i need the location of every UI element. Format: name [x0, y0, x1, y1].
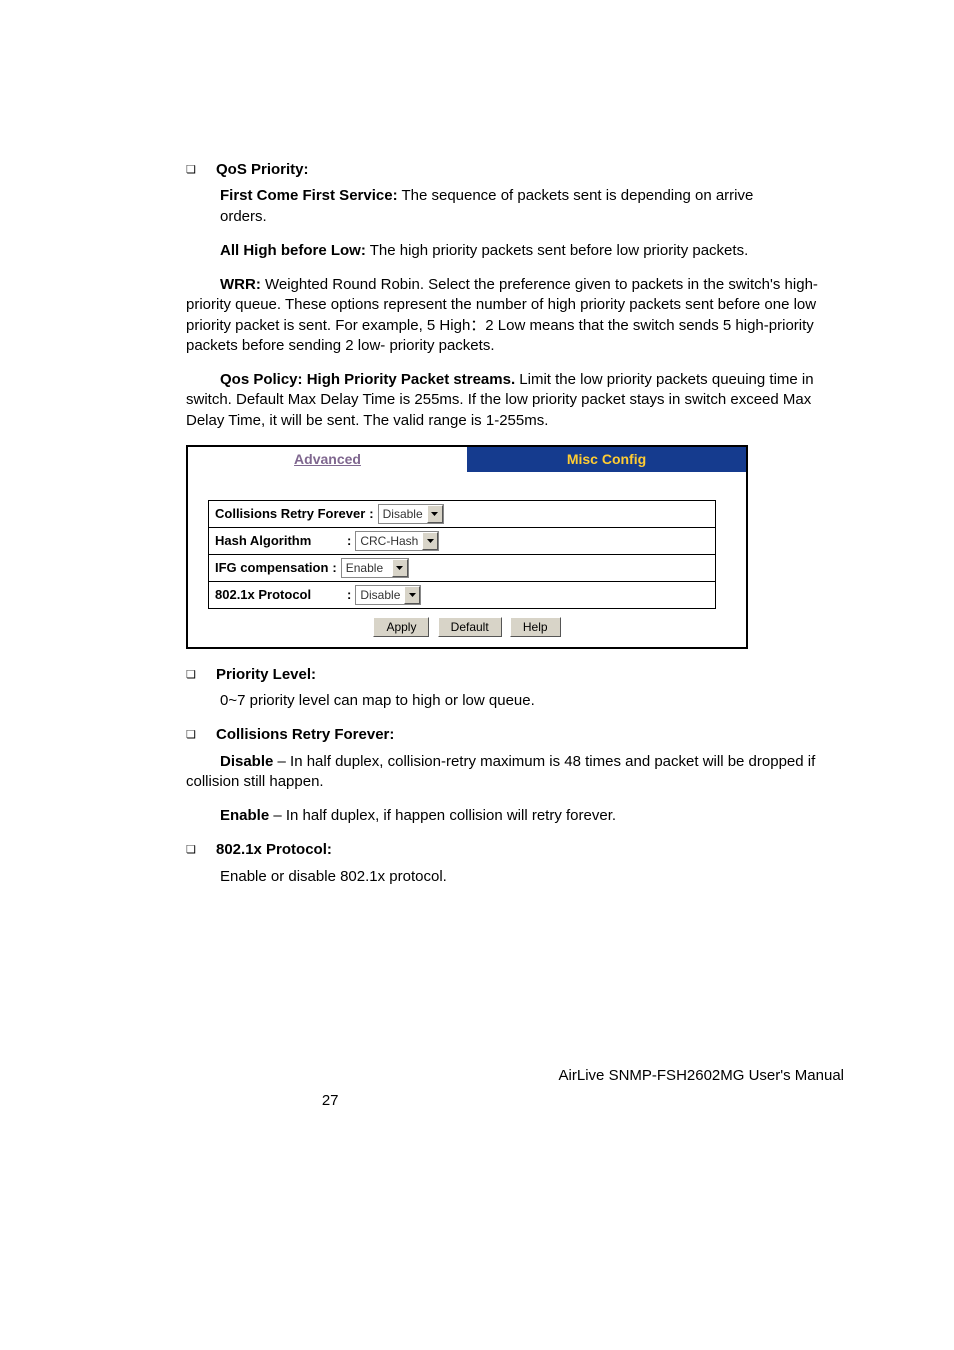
collisions-enable-label: Enable: [220, 807, 269, 824]
paragraph-wrr: WRR: Weighted Round Robin. Select the pr…: [186, 275, 844, 356]
allhigh-label: All High before Low:: [220, 242, 366, 259]
document-page: ❏ QoS Priority: First Come First Service…: [0, 0, 954, 1199]
bullet-priority-level: ❏ Priority Level:: [110, 665, 844, 685]
colon: :: [332, 560, 336, 575]
dropdown-8021x-protocol[interactable]: Disable: [355, 585, 421, 605]
chevron-down-icon: [422, 532, 438, 550]
paragraph-qosdelay: Qos Policy: High Priority Packet streams…: [186, 370, 844, 431]
dropdown-value: Disable: [356, 588, 404, 602]
priority-level-title: Priority Level:: [216, 666, 316, 683]
colon: :: [347, 533, 351, 548]
dropdown-value: Disable: [379, 507, 427, 521]
collisions-disable-text: – In half duplex, collision-retry maximu…: [186, 753, 815, 790]
footer-product: AirLive SNMP-FSH2602MG User's Manual: [110, 1067, 844, 1084]
bullet-content: QoS Priority:: [216, 160, 844, 180]
bullet-content: 802.1x Protocol:: [216, 840, 844, 860]
help-button[interactable]: Help: [510, 617, 561, 637]
form-box: Collisions Retry Forever : Disable Hash …: [208, 500, 716, 609]
row-8021x-protocol: 802.1x Protocol : Disable: [209, 582, 715, 609]
row-hash-algorithm: Hash Algorithm : CRC-Hash: [209, 528, 715, 555]
bullet-content: Collisions Retry Forever:: [216, 725, 844, 745]
collisions-enable-text: – In half duplex, if happen collision wi…: [269, 807, 616, 824]
tab-row: Advanced Misc Config: [188, 447, 746, 472]
dropdown-hash-algorithm[interactable]: CRC-Hash: [355, 531, 439, 551]
tab-misc-config[interactable]: Misc Config: [467, 447, 746, 472]
colon: :: [347, 587, 351, 602]
tab-advanced[interactable]: Advanced: [188, 447, 467, 472]
row-ifg-compensation: IFG compensation : Enable: [209, 555, 715, 582]
bullet-qos-priority: ❏ QoS Priority:: [110, 160, 844, 180]
bullet-icon: ❏: [186, 725, 198, 745]
collisions-disable-label: Disable: [220, 753, 273, 770]
label-8021x-protocol: 802.1x Protocol: [215, 587, 343, 602]
colon: :: [369, 506, 373, 521]
label-hash-algorithm: Hash Algorithm: [215, 533, 343, 548]
qosdelay-label: Qos Policy: High Priority Packet streams…: [220, 371, 515, 388]
default-button[interactable]: Default: [438, 617, 502, 637]
dropdown-value: CRC-Hash: [356, 534, 422, 548]
bullet-content: Priority Level:: [216, 665, 844, 685]
paragraph-allhigh: All High before Low: The high priority p…: [220, 241, 844, 261]
apply-button[interactable]: Apply: [373, 617, 429, 637]
label-collisions-retry: Collisions Retry Forever: [215, 506, 365, 521]
allhigh-text: The high priority packets sent before lo…: [366, 242, 748, 259]
wrr-label: WRR:: [220, 276, 261, 293]
collisions-title: Collisions Retry Forever:: [216, 726, 394, 743]
label-ifg-compensation: IFG compensation: [215, 560, 328, 575]
wrr-text: Weighted Round Robin. Select the prefere…: [186, 276, 818, 354]
chevron-down-icon: [427, 505, 443, 523]
chevron-down-icon: [392, 559, 408, 577]
spacer: [188, 472, 746, 500]
dot1x-text: Enable or disable 802.1x protocol.: [220, 868, 447, 885]
qos-priority-title: QoS Priority:: [216, 161, 309, 178]
bullet-icon: ❏: [186, 160, 198, 180]
paragraph-fcfs: First Come First Service: The sequence o…: [220, 186, 844, 227]
config-screenshot: Advanced Misc Config Collisions Retry Fo…: [186, 445, 748, 649]
fcfs-text-1: The sequence of packets sent is dependin…: [398, 187, 754, 204]
chevron-down-icon: [404, 586, 420, 604]
bullet-icon: ❏: [186, 665, 198, 685]
priority-level-text: 0~7 priority level can map to high or lo…: [220, 692, 535, 709]
paragraph-8021x: Enable or disable 802.1x protocol.: [220, 867, 844, 887]
page-number: 27: [110, 1092, 550, 1109]
bullet-8021x: ❏ 802.1x Protocol:: [110, 840, 844, 860]
button-row: Apply Default Help: [188, 609, 746, 647]
dot1x-title: 802.1x Protocol:: [216, 841, 332, 858]
bullet-icon: ❏: [186, 840, 198, 860]
paragraph-collisions-disable: Disable – In half duplex, collision-retr…: [186, 752, 844, 793]
fcfs-text-2: orders.: [220, 208, 267, 225]
dropdown-ifg-compensation[interactable]: Enable: [341, 558, 409, 578]
bullet-collisions: ❏ Collisions Retry Forever:: [110, 725, 844, 745]
row-collisions-retry: Collisions Retry Forever : Disable: [209, 501, 715, 528]
paragraph-collisions-enable: Enable – In half duplex, if happen colli…: [220, 806, 844, 826]
dropdown-collisions-retry[interactable]: Disable: [378, 504, 444, 524]
fcfs-label: First Come First Service:: [220, 187, 398, 204]
dropdown-value: Enable: [342, 561, 392, 575]
paragraph-priority-level: 0~7 priority level can map to high or lo…: [220, 691, 844, 711]
